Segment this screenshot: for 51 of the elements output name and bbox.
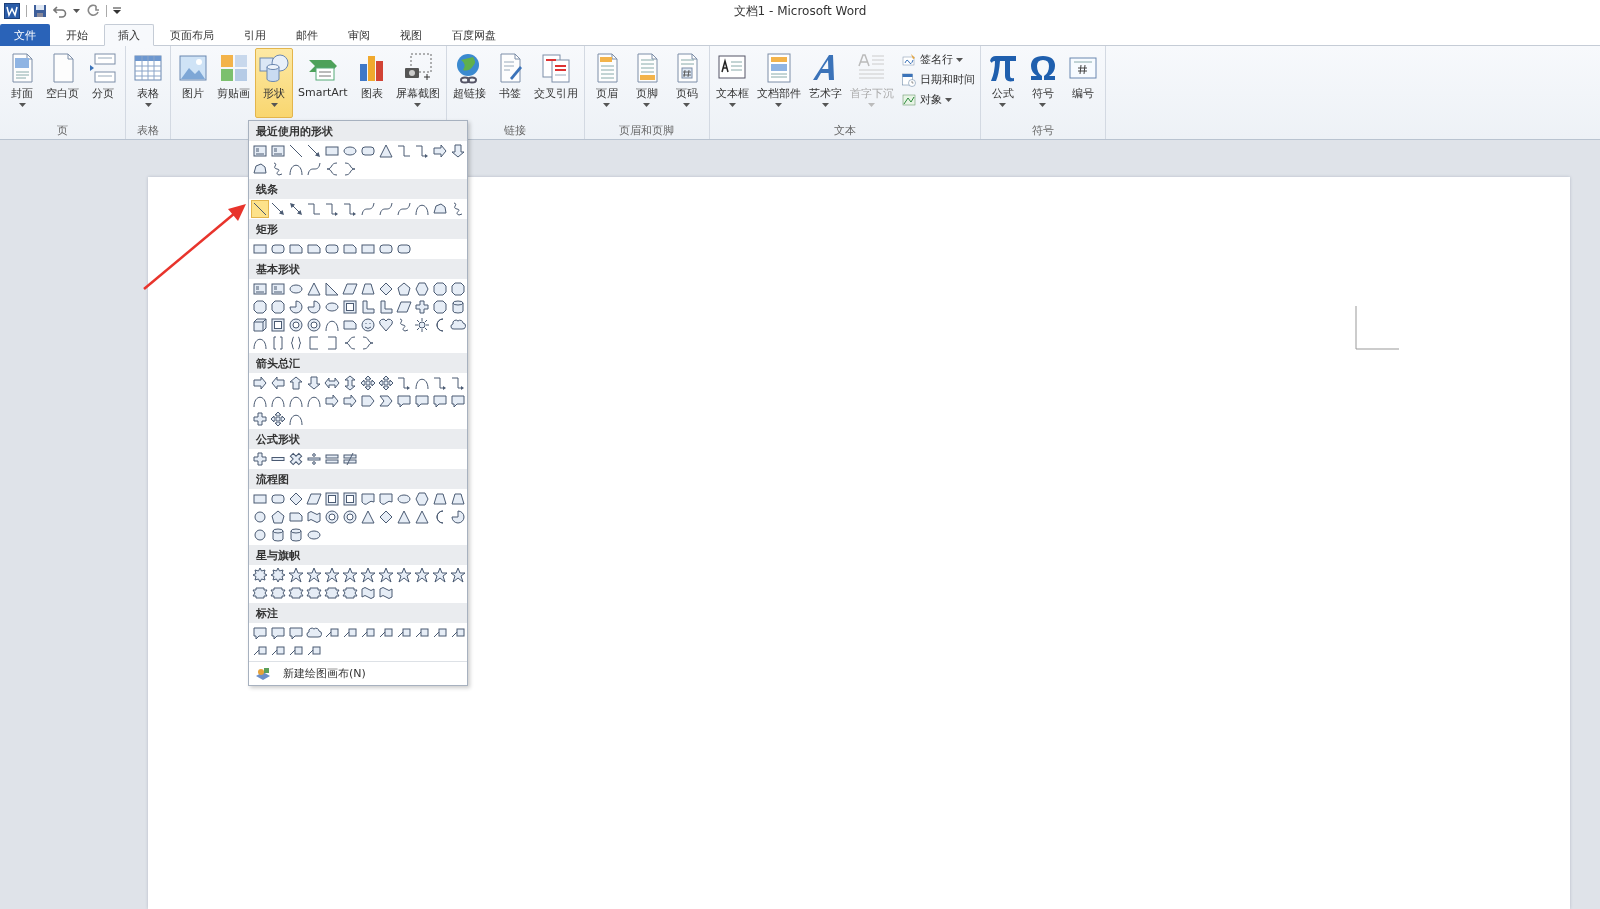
window-title: 文档1 - Microsoft Word [733,2,867,20]
ribbon-tab[interactable]: 审阅 [334,24,384,46]
section-header: 公式形状 [249,429,467,449]
group-label: 页眉和页脚 [618,123,676,138]
group-label: 符号 [1030,123,1055,138]
ribbon-button[interactable]: 书签 [490,48,529,118]
ribbon-button[interactable]: 页码 [667,48,706,118]
group-label: 文本 [832,123,857,138]
ribbon-button[interactable]: 空白页 [43,48,82,118]
ribbon-button[interactable]: SmartArt [295,48,351,118]
ribbon-button[interactable]: 编号 [1063,48,1102,118]
section-header: 基本形状 [249,259,467,279]
ribbon-tab[interactable]: 视图 [386,24,436,46]
ribbon-button[interactable]: 公式 [983,48,1022,118]
ribbon-button[interactable]: 图片 [174,48,212,118]
ribbon-tab[interactable]: 开始 [52,24,102,46]
group-label: 表格 [136,123,160,138]
group-label: 链接 [503,123,528,138]
ribbon-tab[interactable]: 文件 [0,24,50,46]
ribbon-small-button[interactable]: 对象 [898,90,977,109]
section-header: 星与旗帜 [249,545,467,565]
ribbon-button[interactable]: 文本框 [712,48,752,118]
ribbon-button[interactable]: 屏幕截图 [392,48,443,118]
ribbon-button[interactable]: 表格 [129,48,167,118]
ribbon-button[interactable]: 封面 [3,48,41,118]
ribbon-button[interactable]: 页脚 [627,48,666,118]
section-header: 最近使用的形状 [249,121,467,141]
ribbon-tab[interactable]: 邮件 [282,24,332,46]
ribbon-button[interactable]: 超链接 [449,48,489,118]
ribbon-button[interactable]: 页眉 [587,48,626,118]
section-header: 线条 [249,179,467,199]
section-header: 流程图 [249,469,467,489]
section-header: 标注 [249,603,467,623]
ribbon-button[interactable]: 符号 [1023,48,1062,118]
group-label: 页 [56,123,69,138]
ribbon-tab[interactable]: 插入 [104,24,154,46]
ribbon-button[interactable]: 形状 [255,48,293,118]
ribbon-small-button[interactable]: 日期和时间 [898,70,977,89]
new-drawing-canvas-item[interactable]: 新建绘图画布(N) [249,661,467,685]
section-header: 箭头总汇 [249,353,467,373]
ribbon-button[interactable]: 艺术字 [805,48,845,118]
ribbon-button[interactable]: 交叉引用 [530,48,581,118]
ribbon-button[interactable]: 分页 [84,48,122,118]
ribbon-small-button[interactable]: 签名行 [898,50,977,69]
ribbon-tab[interactable]: 页面布局 [156,24,228,46]
ribbon-button[interactable]: 图表 [352,48,391,118]
ribbon-tab[interactable]: 引用 [230,24,280,46]
ribbon-button[interactable]: 剪贴画 [214,48,253,118]
ribbon-tab[interactable]: 百度网盘 [438,24,510,46]
ribbon-button[interactable]: 文档部件 [753,48,804,118]
section-header: 矩形 [249,219,467,239]
